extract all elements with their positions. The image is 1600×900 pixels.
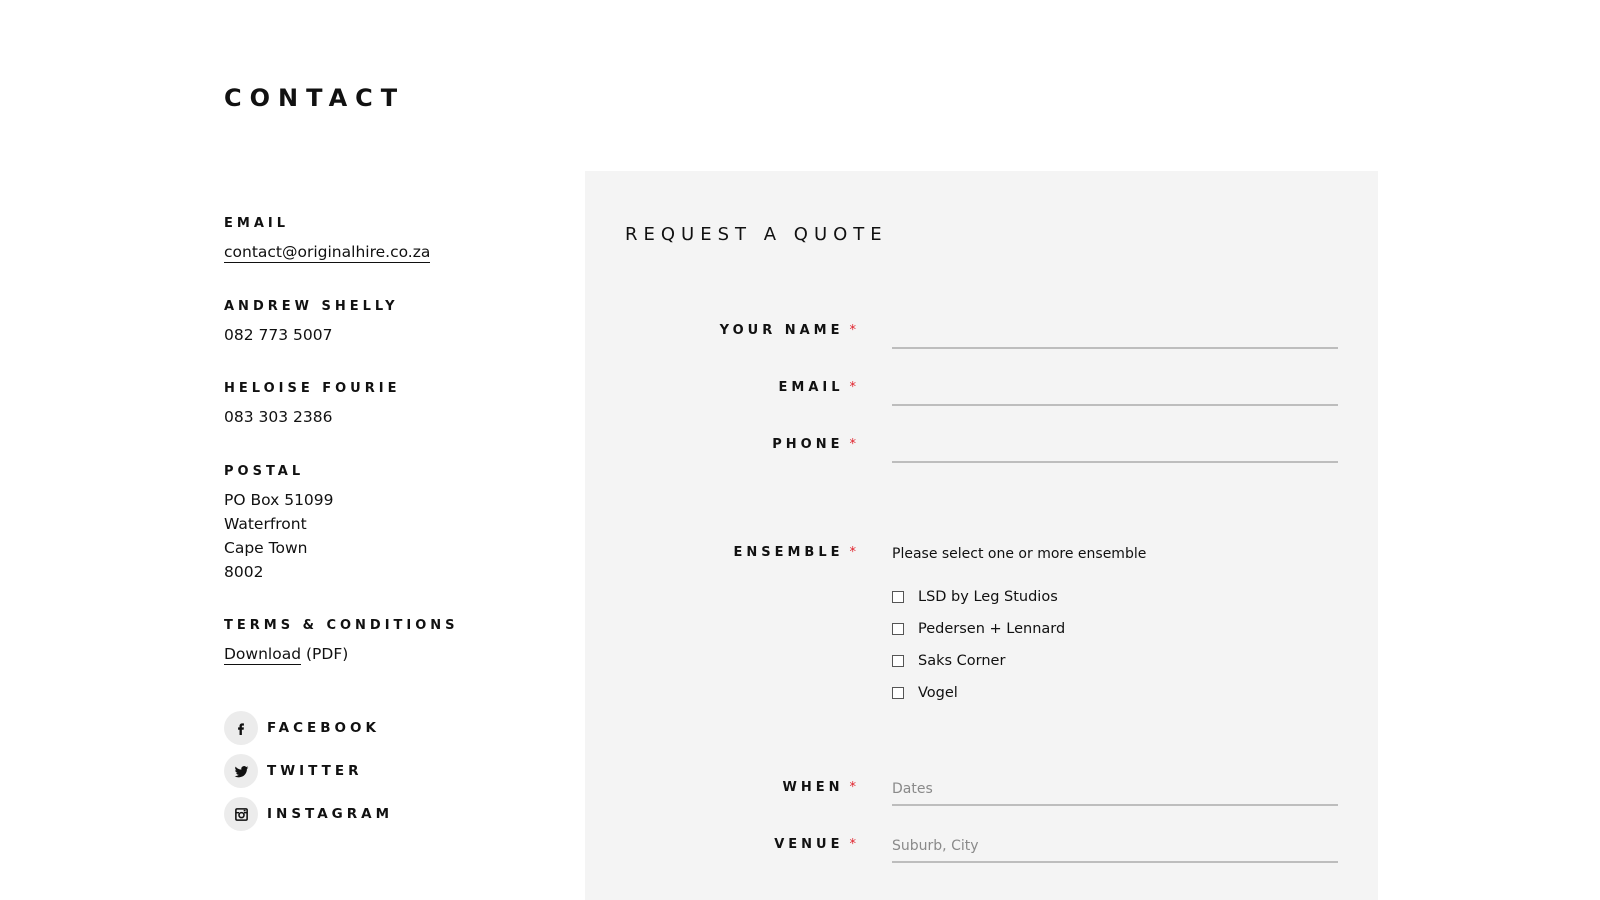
required-mark: * xyxy=(849,437,857,452)
phone-label: PHONE * xyxy=(772,437,857,452)
twitter-label: TWITTER xyxy=(267,763,363,779)
ensemble-option-vogel[interactable]: Vogel xyxy=(892,683,1065,703)
form-title: REQUEST A QUOTE xyxy=(625,224,888,245)
terms-label: TERMS & CONDITIONS xyxy=(224,618,459,633)
facebook-label: FACEBOOK xyxy=(267,720,380,736)
ensemble-row: ENSEMBLE * Please select one or more ense… xyxy=(585,545,1378,725)
email-block: EMAIL contact@originalhire.co.za xyxy=(224,216,431,264)
terms-block: TERMS & CONDITIONS Download (PDF) xyxy=(224,618,459,666)
name-row: YOUR NAME * xyxy=(585,317,1378,363)
ensemble-option-label: Saks Corner xyxy=(918,653,1006,669)
when-input[interactable] xyxy=(892,774,1338,806)
ensemble-option-pedersen[interactable]: Pedersen + Lennard xyxy=(892,619,1065,639)
checkbox[interactable] xyxy=(892,623,904,635)
instagram-label: INSTAGRAM xyxy=(267,806,394,822)
phone-row: PHONE * xyxy=(585,431,1378,477)
checkbox[interactable] xyxy=(892,687,904,699)
heloise-fourie-phone: 083 303 2386 xyxy=(224,408,333,426)
required-mark: * xyxy=(849,380,857,395)
social-links: FACEBOOK TWITTER INSTAGRAM xyxy=(224,711,393,840)
when-label: WHEN * xyxy=(782,780,857,795)
instagram-link[interactable]: INSTAGRAM xyxy=(224,797,393,831)
email-row: EMAIL * xyxy=(585,374,1378,420)
email-link[interactable]: contact@originalhire.co.za xyxy=(224,243,431,263)
instagram-icon xyxy=(224,797,258,831)
when-row: WHEN * xyxy=(585,774,1378,820)
checkbox[interactable] xyxy=(892,655,904,667)
ensemble-option-saks[interactable]: Saks Corner xyxy=(892,651,1065,671)
required-mark: * xyxy=(849,837,857,852)
required-mark: * xyxy=(849,323,857,338)
heloise-fourie-label: HELOISE FOURIE xyxy=(224,381,401,396)
postal-address: PO Box 51099 Waterfront Cape Town 8002 xyxy=(224,488,334,584)
heloise-block: HELOISE FOURIE 083 303 2386 xyxy=(224,381,400,429)
ensemble-hint: Please select one or more ensemble xyxy=(892,546,1147,562)
ensemble-label: ENSEMBLE * xyxy=(733,545,857,560)
andrew-shelly-phone: 082 773 5007 xyxy=(224,326,333,344)
ensemble-options: LSD by Leg Studios Pedersen + Lennard Sa… xyxy=(892,587,1065,715)
twitter-link[interactable]: TWITTER xyxy=(224,754,393,788)
andrew-shelly-label: ANDREW SHELLY xyxy=(224,299,399,314)
andrew-block: ANDREW SHELLY 082 773 5007 xyxy=(224,299,399,347)
postal-line: PO Box 51099 xyxy=(224,491,334,509)
ensemble-option-label: LSD by Leg Studios xyxy=(918,589,1058,605)
email-input[interactable] xyxy=(892,374,1338,406)
name-label: YOUR NAME * xyxy=(719,323,857,338)
ensemble-option-lsd[interactable]: LSD by Leg Studios xyxy=(892,587,1065,607)
checkbox[interactable] xyxy=(892,591,904,603)
postal-line: 8002 xyxy=(224,563,264,581)
ensemble-option-label: Vogel xyxy=(918,685,958,701)
required-mark: * xyxy=(849,780,857,795)
page-title: CONTACT xyxy=(224,84,406,112)
facebook-icon xyxy=(224,711,258,745)
postal-label: POSTAL xyxy=(224,464,305,479)
postal-line: Cape Town xyxy=(224,539,308,557)
terms-download-link[interactable]: Download xyxy=(224,645,302,665)
postal-line: Waterfront xyxy=(224,515,307,533)
email-label: EMAIL xyxy=(224,216,289,231)
phone-input[interactable] xyxy=(892,431,1338,463)
terms-pdf-suffix: (PDF) xyxy=(305,645,349,663)
venue-row: VENUE * xyxy=(585,831,1378,877)
venue-label: VENUE * xyxy=(774,837,857,852)
twitter-icon xyxy=(224,754,258,788)
venue-input[interactable] xyxy=(892,831,1338,863)
quote-form-panel: REQUEST A QUOTE YOUR NAME * EMAIL * PHONE *… xyxy=(585,171,1378,900)
ensemble-option-label: Pedersen + Lennard xyxy=(918,621,1066,637)
postal-block: POSTAL PO Box 51099 Waterfront Cape Town… xyxy=(224,464,334,584)
required-mark: * xyxy=(849,545,857,560)
email-field-label: EMAIL * xyxy=(778,380,857,395)
name-input[interactable] xyxy=(892,317,1338,349)
facebook-link[interactable]: FACEBOOK xyxy=(224,711,393,745)
